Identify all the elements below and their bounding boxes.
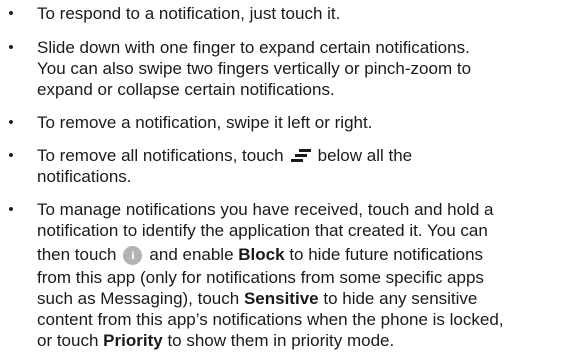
text-line: To remove a notification, swipe it left … [37,113,373,132]
text-segment: below all the [317,146,413,165]
bullet-marker: • [8,114,14,131]
text-line: notifications. [37,167,132,186]
text-line: Slide down with one finger to expand cer… [37,38,470,57]
text-line: You can also swipe two fingers verticall… [37,59,472,78]
text-segment: To remove all notifications, touch [37,146,284,165]
text-segment: such as Messaging), touch [37,289,240,308]
text-line: notification to identify the application… [37,221,488,240]
list-item-text: Slide down with one finger to expand cer… [37,37,585,100]
text-segment: to show them in priority mode. [167,331,395,350]
text-line: To respond to a notification, just touch… [37,4,341,23]
text-line: content from this app’s notifications wh… [37,310,504,329]
bullet-marker: • [8,5,14,22]
bullet-marker: • [8,39,14,56]
list-item-text: To remove a notification, swipe it left … [37,112,585,133]
info-icon: i [123,246,143,265]
list-item-text: To manage notifications you have receive… [37,199,585,351]
list-item-text: To remove all notifications, touch below … [37,145,585,187]
text-line: from this app (only for notifications fr… [37,268,484,287]
text-segment: to hide future notifications [289,245,484,264]
block-label: Block [238,245,285,264]
sensitive-label: Sensitive [243,289,319,308]
text-segment: to hide any sensitive [323,289,478,308]
bullet-marker: • [8,147,14,164]
text-segment: and enable [149,245,234,264]
text-line: To remove all notifications, touch below … [37,145,585,166]
text-line: then touch i and enable Block to hide futu… [37,241,585,267]
text-segment: or touch [37,331,99,350]
list-item-text: To respond to a notification, just touch… [37,3,585,24]
text-line: To manage notifications you have receive… [37,200,494,219]
text-line: expand or collapse certain notifications… [37,80,335,99]
clear-all-icon [290,148,312,162]
text-segment: then touch [37,245,117,264]
priority-label: Priority [103,331,163,350]
bullet-marker: • [8,201,14,218]
text-line: or touch Priority to show them in priori… [37,330,585,351]
text-line: such as Messaging), touch Sensitive to h… [37,288,585,309]
